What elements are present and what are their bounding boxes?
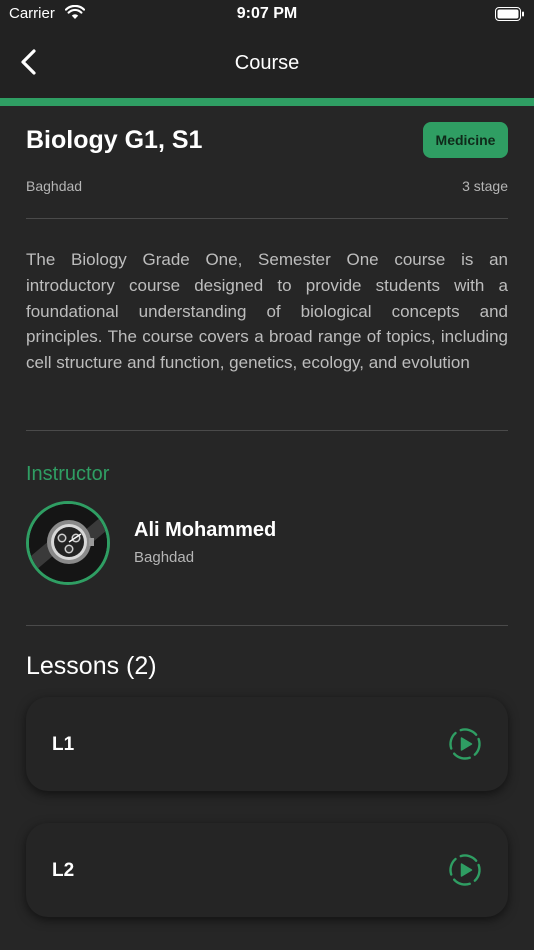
divider [26,430,508,431]
course-description: The Biology Grade One, Semester One cour… [26,250,508,373]
instructor-city: Baghdad [134,549,195,566]
accent-divider [0,98,534,106]
navigation-bar: Course [0,30,534,98]
divider [26,218,508,219]
instructor-avatar[interactable] [26,501,110,585]
lesson-card-l1[interactable]: L1 [26,697,508,791]
watch-photo [29,504,107,582]
course-title: Biology G1, S1 [26,126,203,154]
course-city: Baghdad [26,178,83,194]
divider [26,625,508,626]
play-circle-icon[interactable] [448,853,482,887]
play-circle-icon[interactable] [448,727,482,761]
lesson-label: L1 [52,734,75,755]
status-bar: Carrier 9:07 PM [0,0,534,30]
instructor-section-label: Instructor [26,463,110,485]
category-badge: Medicine [423,122,508,158]
lesson-card-l2[interactable]: L2 [26,823,508,917]
lesson-label: L2 [52,860,75,881]
status-time: 9:07 PM [236,5,298,22]
instructor-name: Ali Mohammed [134,519,277,541]
course-stage: 3 stage [462,178,508,194]
battery-icon [495,7,525,26]
page-title: Course [234,52,300,74]
lessons-heading: Lessons (2) [26,652,157,680]
